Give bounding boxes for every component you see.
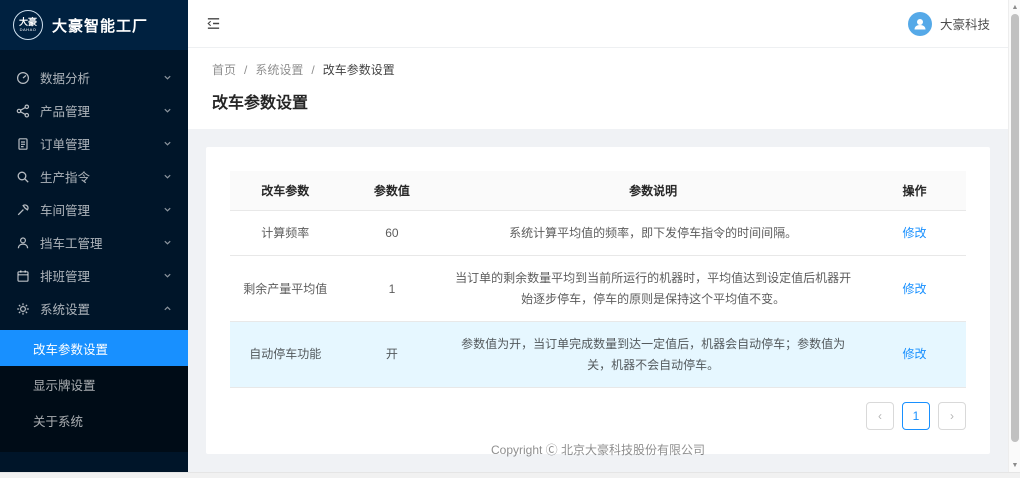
breadcrumb: 首页 / 系统设置 / 改车参数设置 bbox=[212, 61, 984, 78]
sidebar: 大豪 DAHAO 大豪智能工厂 数据分析 产品管理 订单管理 生产指令 车间管理 bbox=[0, 0, 188, 473]
sidebar-item-shift-management[interactable]: 排班管理 bbox=[0, 259, 188, 292]
top-header: 大豪科技 bbox=[188, 0, 1008, 48]
page-header: 首页 / 系统设置 / 改车参数设置 改车参数设置 bbox=[188, 48, 1008, 129]
system-settings-submenu: 改车参数设置 显示牌设置 关于系统 bbox=[0, 330, 188, 452]
sidebar-item-production-orders[interactable]: 生产指令 bbox=[0, 160, 188, 193]
horizontal-scrollbar[interactable] bbox=[0, 472, 1020, 478]
user-icon bbox=[16, 236, 30, 250]
sidebar-item-product-management[interactable]: 产品管理 bbox=[0, 94, 188, 127]
scrollbar-down-arrow[interactable]: ▼ bbox=[1009, 459, 1020, 471]
pagination-next-button[interactable]: › bbox=[938, 402, 966, 430]
menu-fold-icon[interactable] bbox=[206, 16, 221, 31]
sidebar-menu: 数据分析 产品管理 订单管理 生产指令 车间管理 挡车工管理 bbox=[0, 50, 188, 452]
chevron-up-icon bbox=[163, 304, 172, 313]
breadcrumb-item-system-settings[interactable]: 系统设置 bbox=[255, 61, 303, 78]
chevron-down-icon bbox=[163, 73, 172, 82]
param-desc-cell: 系统计算平均值的频率，即下发停车指令的时间间隔。 bbox=[443, 211, 863, 256]
table-row: 计算频率 60 系统计算平均值的频率，即下发停车指令的时间间隔。 修改 bbox=[230, 211, 966, 256]
sidebar-item-label: 订单管理 bbox=[40, 134, 90, 153]
avatar bbox=[908, 12, 932, 36]
breadcrumb-item-home[interactable]: 首页 bbox=[212, 61, 236, 78]
sidebar-item-workshop-management[interactable]: 车间管理 bbox=[0, 193, 188, 226]
pagination: ‹ 1 › bbox=[230, 402, 966, 430]
sidebar-item-order-management[interactable]: 订单管理 bbox=[0, 127, 188, 160]
params-table: 改车参数 参数值 参数说明 操作 计算频率 60 系统计算平均值的频率，即下发停… bbox=[230, 171, 966, 388]
chevron-down-icon bbox=[163, 172, 172, 181]
params-card: 改车参数 参数值 参数说明 操作 计算频率 60 系统计算平均值的频率，即下发停… bbox=[206, 147, 990, 454]
footer-copyright: Copyright Ⓒ 北京大豪科技股份有限公司 bbox=[188, 441, 1008, 458]
scrollbar-up-arrow[interactable]: ▲ bbox=[1009, 1, 1020, 13]
gear-icon bbox=[16, 302, 30, 316]
user-menu[interactable]: 大豪科技 bbox=[908, 12, 990, 36]
chevron-down-icon bbox=[163, 205, 172, 214]
table-row: 剩余产量平均值 1 当订单的剩余数量平均到当前所运行的机器时，平均值达到设定值后… bbox=[230, 256, 966, 322]
chevron-down-icon bbox=[163, 238, 172, 247]
param-name-cell: 自动停车功能 bbox=[230, 322, 340, 388]
sidebar-item-label: 数据分析 bbox=[40, 68, 90, 87]
sidebar-item-label: 产品管理 bbox=[40, 101, 90, 120]
sidebar-item-system-settings[interactable]: 系统设置 bbox=[0, 292, 188, 325]
param-desc-cell: 当订单的剩余数量平均到当前所运行的机器时，平均值达到设定值后机器开始逐步停车，停… bbox=[443, 256, 863, 322]
sidebar-item-label: 生产指令 bbox=[40, 167, 90, 186]
pagination-page-1[interactable]: 1 bbox=[902, 402, 930, 430]
page-title: 改车参数设置 bbox=[212, 89, 984, 113]
table-header-row: 改车参数 参数值 参数说明 操作 bbox=[230, 171, 966, 211]
chevron-down-icon bbox=[163, 139, 172, 148]
edit-link[interactable]: 修改 bbox=[902, 347, 926, 361]
column-header-value: 参数值 bbox=[340, 171, 443, 211]
param-value-cell: 开 bbox=[340, 322, 443, 388]
main-area: 大豪科技 首页 / 系统设置 / 改车参数设置 改车参数设置 改车参数 参数值 … bbox=[188, 0, 1008, 472]
edit-link[interactable]: 修改 bbox=[902, 226, 926, 240]
user-name: 大豪科技 bbox=[940, 14, 990, 33]
sidebar-item-label: 系统设置 bbox=[40, 299, 90, 318]
column-header-desc: 参数说明 bbox=[443, 171, 863, 211]
param-name-cell: 计算频率 bbox=[230, 211, 340, 256]
edit-link[interactable]: 修改 bbox=[902, 282, 926, 296]
wrench-icon bbox=[16, 203, 30, 217]
chevron-down-icon bbox=[163, 271, 172, 280]
sidebar-item-label: 排班管理 bbox=[40, 266, 90, 285]
sidebar-subitem-display-board[interactable]: 显示牌设置 bbox=[0, 366, 188, 402]
sidebar-item-data-analysis[interactable]: 数据分析 bbox=[0, 61, 188, 94]
dashboard-icon bbox=[16, 71, 30, 85]
param-desc-cell: 参数值为开，当订单完成数量到达一定值后，机器会自动停车；参数值为关，机器不会自动… bbox=[443, 322, 863, 388]
search-icon bbox=[16, 170, 30, 184]
sidebar-item-label: 车间管理 bbox=[40, 200, 90, 219]
vertical-scrollbar[interactable]: ▲ ▼ bbox=[1008, 0, 1020, 472]
sidebar-subitem-label: 显示牌设置 bbox=[33, 375, 96, 394]
sidebar-subitem-machine-params[interactable]: 改车参数设置 bbox=[0, 330, 188, 366]
breadcrumb-item-current: 改车参数设置 bbox=[323, 61, 395, 78]
breadcrumb-separator: / bbox=[244, 63, 247, 77]
pagination-prev-button[interactable]: ‹ bbox=[866, 402, 894, 430]
content-area: 改车参数 参数值 参数说明 操作 计算频率 60 系统计算平均值的频率，即下发停… bbox=[188, 129, 1008, 472]
product-nodes-icon bbox=[16, 104, 30, 118]
sidebar-item-label: 挡车工管理 bbox=[40, 233, 103, 252]
chevron-down-icon bbox=[163, 106, 172, 115]
sidebar-item-operator-management[interactable]: 挡车工管理 bbox=[0, 226, 188, 259]
brand-title: 大豪智能工厂 bbox=[52, 15, 148, 36]
param-name-cell: 剩余产量平均值 bbox=[230, 256, 340, 322]
order-file-icon bbox=[16, 137, 30, 151]
param-value-cell: 1 bbox=[340, 256, 443, 322]
logo-sub-text: DAHAO bbox=[20, 27, 37, 32]
dahao-logo-icon: 大豪 DAHAO bbox=[13, 10, 43, 40]
sidebar-subitem-label: 改车参数设置 bbox=[33, 339, 108, 358]
param-value-cell: 60 bbox=[340, 211, 443, 256]
sidebar-subitem-label: 关于系统 bbox=[33, 411, 83, 430]
column-header-action: 操作 bbox=[863, 171, 966, 211]
sidebar-subitem-about-system[interactable]: 关于系统 bbox=[0, 402, 188, 438]
logo-main-text: 大豪 bbox=[19, 18, 37, 27]
breadcrumb-separator: / bbox=[311, 63, 314, 77]
table-row: 自动停车功能 开 参数值为开，当订单完成数量到达一定值后，机器会自动停车；参数值… bbox=[230, 322, 966, 388]
column-header-param: 改车参数 bbox=[230, 171, 340, 211]
scrollbar-thumb[interactable] bbox=[1011, 14, 1019, 442]
calendar-icon bbox=[16, 269, 30, 283]
brand-header[interactable]: 大豪 DAHAO 大豪智能工厂 bbox=[0, 0, 188, 50]
